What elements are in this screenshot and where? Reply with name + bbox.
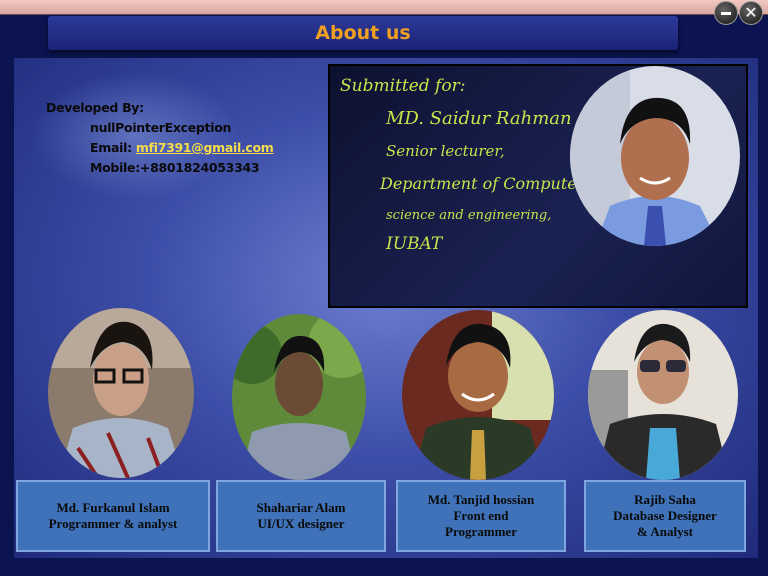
team-member-name: Md. Tanjid hossian [427, 492, 535, 507]
email-link[interactable]: mfi7391@gmail.com [136, 140, 274, 155]
team-member-role-2: & Analyst [637, 524, 693, 539]
team-caption-2: Shahariar Alam UI/UX designer [216, 480, 386, 552]
title-tab: About us [48, 16, 678, 50]
mobile-number: +8801824053343 [139, 160, 260, 175]
team-caption-4: Rajib Saha Database Designer & Analyst [584, 480, 746, 552]
supervisor-name: MD. Saidur Rahman [386, 108, 572, 129]
supervisor-photo [570, 66, 740, 246]
close-button[interactable]: ✕ [739, 1, 763, 25]
window-top-bar [0, 0, 768, 15]
developer-heading: Developed By: [46, 100, 144, 115]
developer-glow [30, 72, 240, 200]
team-member-role-2: Programmer [445, 524, 517, 539]
team-member-name: Shahariar Alam [256, 500, 346, 515]
team-photo-3 [402, 310, 554, 480]
close-icon: ✕ [744, 3, 758, 22]
team-member-name: Rajib Saha [634, 492, 696, 507]
team-member-role: Front end [453, 508, 509, 523]
submitted-heading: Submitted for: [340, 76, 466, 96]
mobile-label: Mobile: [90, 160, 140, 175]
team-member-role: UI/UX designer [257, 516, 345, 531]
developer-mobile-row: Mobile:+8801824053343 [90, 160, 260, 175]
email-label: Email: [90, 140, 132, 155]
developer-email-row: Email: mfi7391@gmail.com [90, 140, 274, 155]
minimize-icon [721, 12, 731, 15]
page-title: About us [315, 22, 411, 44]
supervisor-department: Department of Computer [380, 174, 585, 193]
supervisor-university: IUBAT [386, 234, 443, 254]
developer-name: nullPointerException [90, 120, 232, 135]
team-photo-2 [232, 314, 366, 480]
team-member-role: Programmer & analyst [48, 516, 178, 531]
team-photo-1 [48, 308, 194, 478]
team-caption-3: Md. Tanjid hossian Front end Programmer [396, 480, 566, 552]
minimize-button[interactable] [714, 1, 738, 25]
team-caption-1: Md. Furkanul Islam Programmer & analyst [16, 480, 210, 552]
team-member-role: Database Designer [613, 508, 717, 523]
supervisor-department-2: science and engineering, [386, 208, 552, 223]
team-photo-4 [588, 310, 738, 480]
team-member-name: Md. Furkanul Islam [56, 500, 170, 515]
supervisor-title: Senior lecturer, [386, 142, 505, 160]
